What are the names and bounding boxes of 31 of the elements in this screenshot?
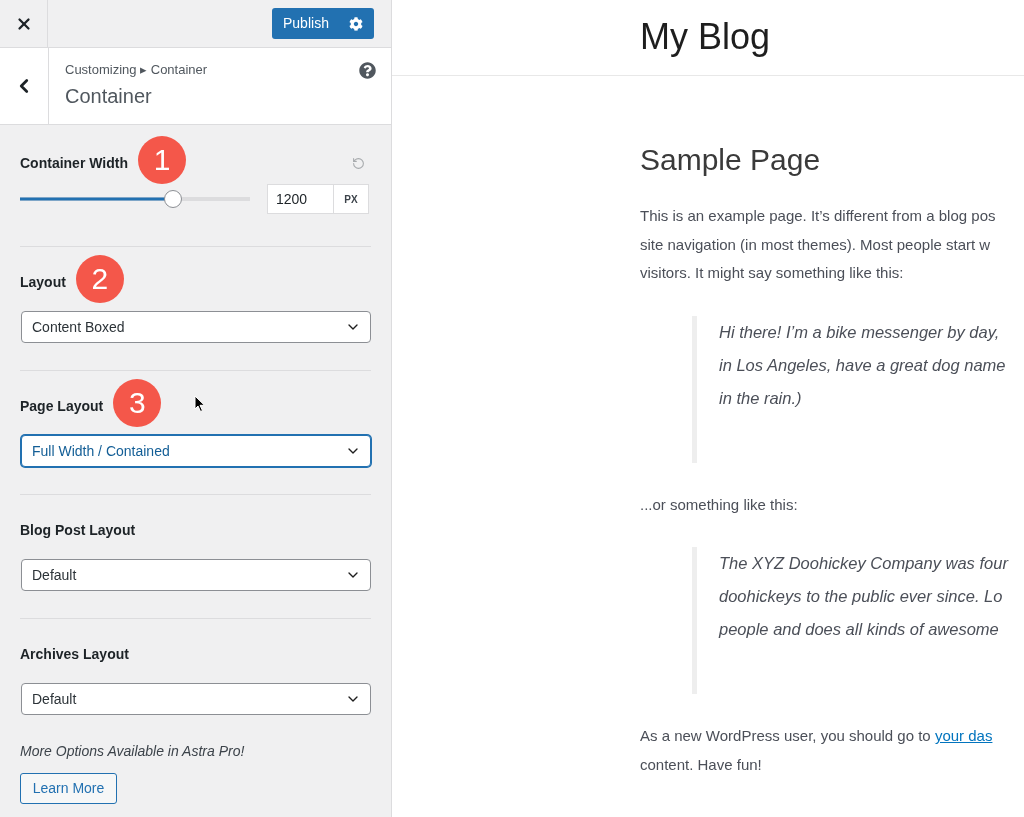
step-number-marker: 2 [75, 255, 124, 304]
help-icon[interactable] [359, 62, 376, 79]
select-dropdown[interactable]: Default [21, 559, 371, 591]
step-number-marker: 1 [138, 136, 186, 185]
page-title: Sample Page [640, 142, 822, 178]
step-number-marker: 3 [113, 379, 162, 428]
control-label: Archives Layout [20, 645, 129, 664]
gear-icon [349, 16, 363, 31]
site-title[interactable]: My Blog [640, 16, 771, 57]
control-label: Page Layout [20, 397, 104, 416]
dashboard-link[interactable]: your das [934, 727, 993, 744]
body-paragraph: ...or something like this: [640, 494, 799, 515]
unit-label[interactable]: PX [334, 184, 369, 214]
quote-text: The XYZ Doohickey Company was four doohickeys to the public ever since. Lo people and does all kinds of awesome [719, 553, 1010, 640]
control-label: Blog Post Layout [20, 521, 136, 540]
select-dropdown[interactable]: Default [21, 683, 371, 715]
control-label: Container Width [20, 154, 128, 173]
body-paragraph: This is an example page. It’s different from a blog pos site navigation (in most themes). Most people start w visitors. It might say something like this: [640, 206, 997, 283]
body-paragraph: As a new WordPress user, you should go to your das content. Have fun! [640, 726, 994, 775]
learn-more-button[interactable]: Learn More [20, 773, 117, 804]
section-title: Container [65, 84, 153, 109]
control-label: Layout [20, 273, 66, 292]
promo-text: More Options Available in Astra Pro! [20, 742, 246, 761]
mouse-pointer-icon [194, 395, 206, 413]
publish-button[interactable]: Publish [272, 8, 374, 39]
breadcrumb: Customizing ▸ Container [65, 61, 209, 79]
number-input[interactable]: 1200 [267, 184, 334, 214]
select-dropdown[interactable]: Content Boxed [21, 311, 371, 343]
select-dropdown[interactable]: Full Width / Contained [21, 435, 371, 467]
slider-thumb[interactable] [163, 190, 182, 208]
quote-text: Hi there! I’m a bike messenger by day, in Los Angeles, have a great dog name in the rain.) [719, 321, 1007, 409]
